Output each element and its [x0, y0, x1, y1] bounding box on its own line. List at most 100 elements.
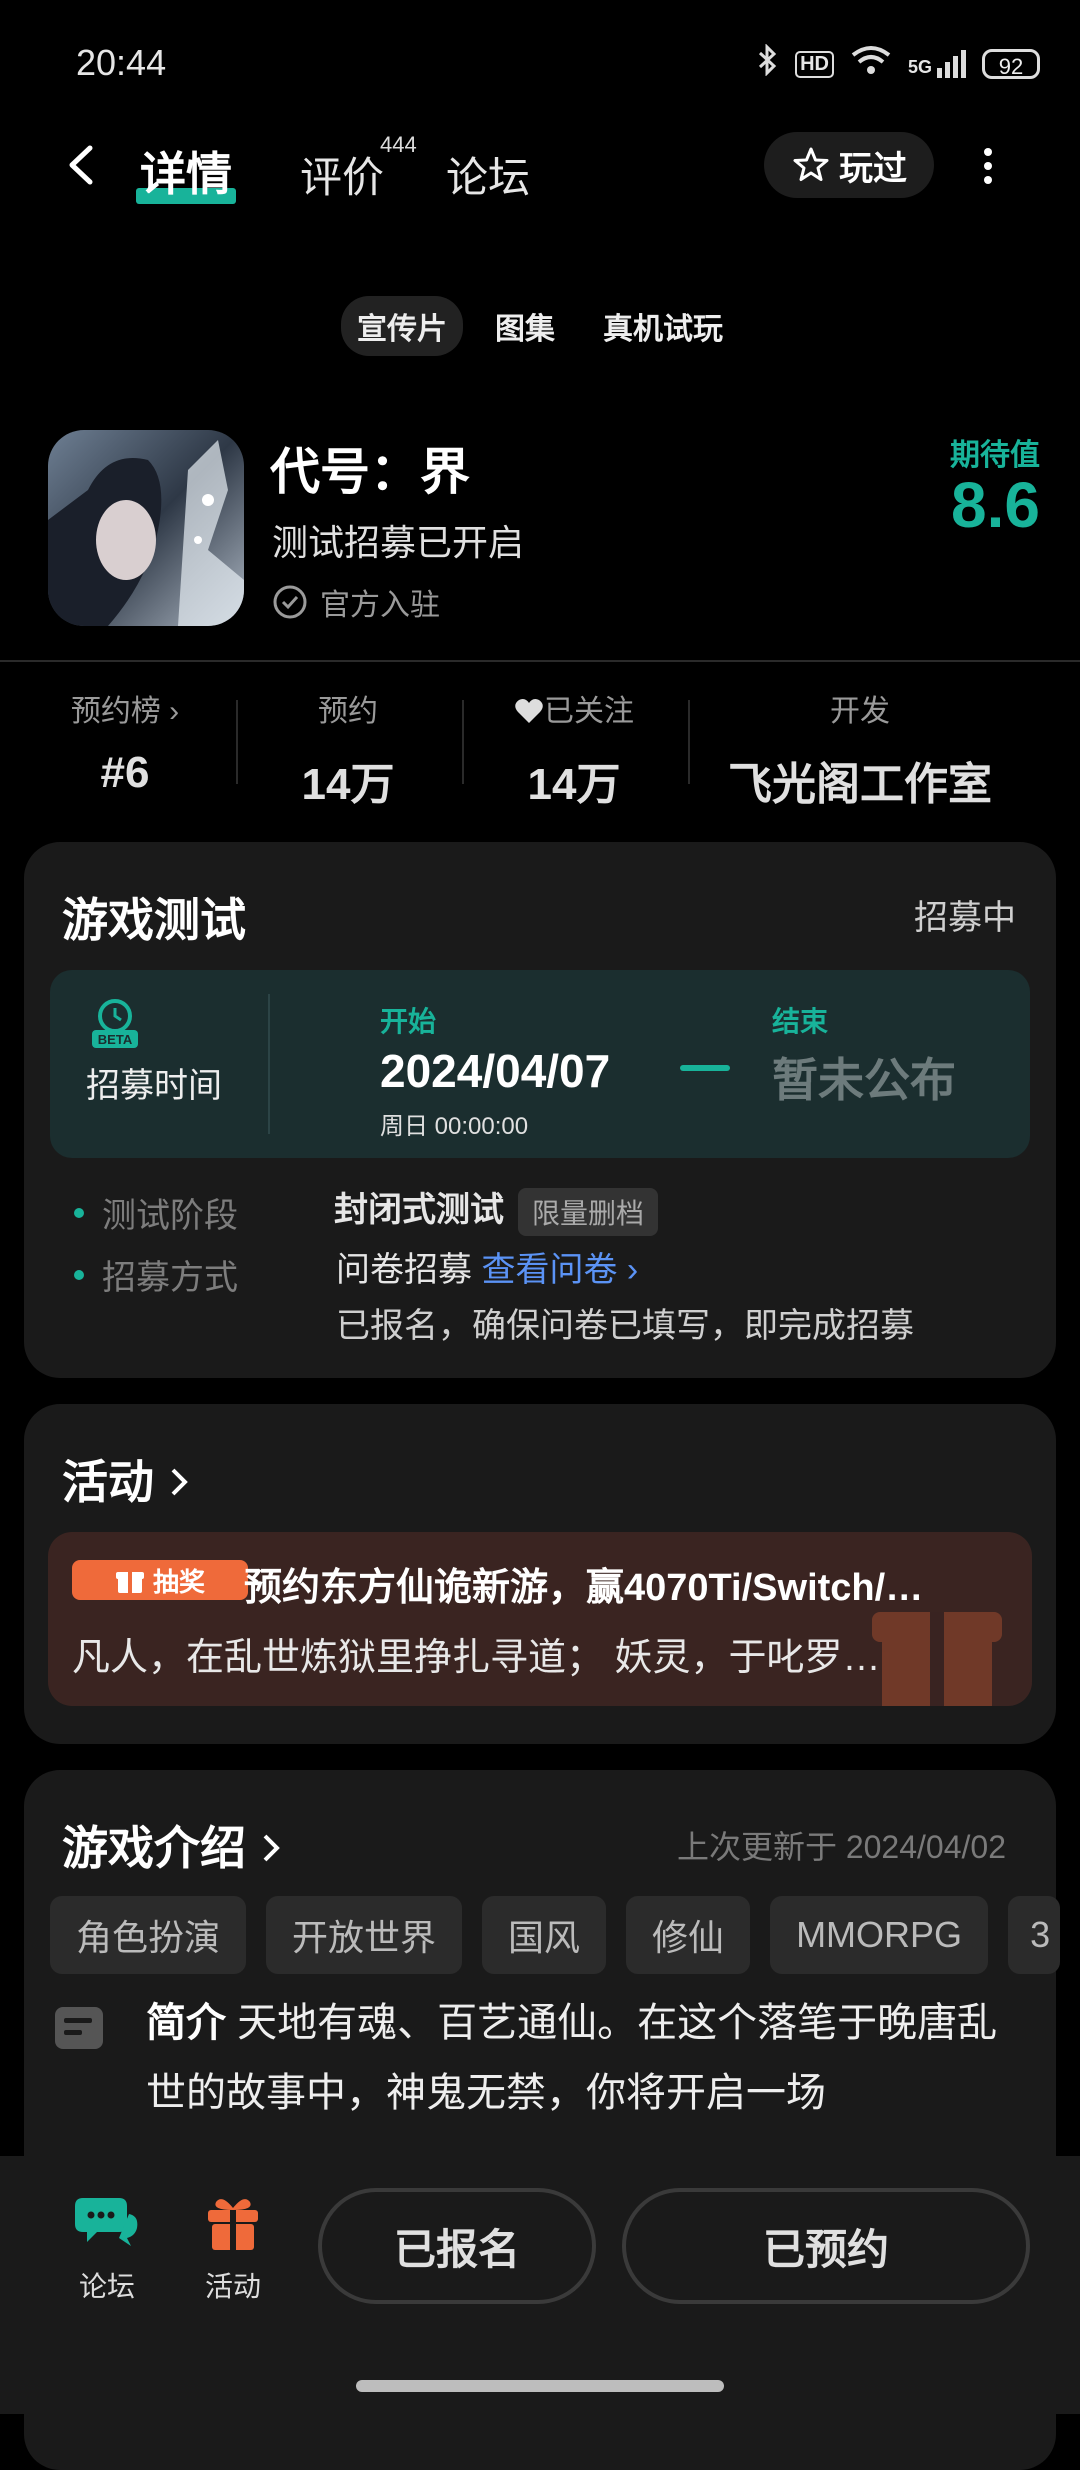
gift-icon	[208, 2199, 258, 2250]
stat-reserve-label: 预约	[318, 695, 378, 728]
top-nav: 详情 评价 444 论坛 玩过	[0, 120, 1080, 220]
tab-review[interactable]: 评价 444	[300, 132, 417, 205]
media-tabs: 宣传片 图集 真机试玩	[0, 296, 1080, 356]
home-indicator[interactable]	[356, 2380, 724, 2392]
stat-rank-value: #6	[100, 748, 150, 797]
bottom-activity-label: 活动	[204, 2271, 261, 2302]
status-time: 20:44	[76, 42, 167, 83]
signed-up-button[interactable]: 已报名	[318, 2188, 596, 2304]
stat-separator	[236, 700, 238, 784]
official-label: 官方入驻	[320, 589, 440, 622]
played-button[interactable]: 玩过	[764, 132, 934, 198]
stage-value-text: 封闭式测试	[334, 1191, 504, 1229]
intro-title[interactable]: 游戏介绍	[62, 1812, 283, 1878]
bluetooth-icon	[757, 43, 779, 84]
chevron-left-icon	[69, 145, 93, 185]
lottery-badge: 抽奖	[72, 1560, 248, 1600]
method-note: 已报名，确保问卷已填写，即完成招募	[336, 1307, 914, 1345]
tag-item[interactable]: 角色扮演	[50, 1896, 247, 1974]
stat-developer[interactable]: 开发 飞光阁工作室	[710, 686, 1010, 812]
official-badge: 官方入驻	[272, 580, 440, 624]
stat-follow-label: 已关注	[494, 686, 654, 730]
stage-value: 封闭式测试 限量删档	[334, 1182, 659, 1237]
game-icon[interactable]	[48, 430, 244, 626]
intro-text: 简介 天地有魂、百艺通仙。在这个落笔于晚唐乱世的故事中，神鬼无禁，你将开启一场	[146, 1988, 1016, 2128]
heart-icon	[515, 699, 543, 723]
bottom-forum-label: 论坛	[78, 2271, 135, 2302]
start-time: 周日 00:00:00	[380, 1113, 529, 1140]
tag-item[interactable]: 3	[1008, 1896, 1061, 1974]
activity-title[interactable]: 活动	[62, 1446, 191, 1512]
media-tab-trailer[interactable]: 宣传片	[341, 296, 463, 356]
game-title: 代号：界	[270, 444, 470, 500]
network-type: 5G	[907, 57, 932, 77]
stat-dev-value: 飞光阁工作室	[728, 760, 992, 809]
arrow-icon	[680, 1065, 730, 1071]
more-button[interactable]	[970, 144, 1006, 188]
promo-title: 预约东方仙诡新游，赢4070Ti/Switch/…	[244, 1567, 924, 1609]
stage-pill: 限量删档	[518, 1188, 659, 1237]
svg-text:BETA: BETA	[98, 1032, 133, 1047]
method-row: 招募方式	[74, 1250, 238, 1299]
tab-detail-label: 详情	[140, 148, 232, 200]
stat-follow[interactable]: 已关注 14万	[494, 686, 654, 812]
stage-label: 测试阶段	[102, 1197, 238, 1235]
chevron-right-icon	[263, 1834, 280, 1862]
tag-item[interactable]: MMORPG	[770, 1896, 989, 1974]
method-value-text: 问卷招募	[336, 1251, 472, 1289]
activity-title-label: 活动	[62, 1456, 154, 1508]
review-count: 444	[380, 132, 417, 157]
document-icon	[54, 2006, 104, 2050]
game-test-card: 游戏测试 招募中 BETA 招募时间 开始 2024/04/07 周日 00:0…	[24, 842, 1056, 1378]
bottom-action-bar: 论坛 活动 已报名 已预约	[0, 2156, 1080, 2414]
tag-item[interactable]: 开放世界	[266, 1896, 463, 1974]
tab-forum[interactable]: 论坛	[446, 144, 530, 205]
bottom-forum[interactable]: 论坛	[52, 2194, 162, 2305]
reserved-button[interactable]: 已预约	[622, 2188, 1030, 2304]
gift-icon	[115, 1572, 144, 1593]
tab-detail[interactable]: 详情	[136, 138, 236, 204]
recruit-time-box: BETA 招募时间 开始 2024/04/07 周日 00:00:00 结束 暂…	[50, 970, 1030, 1158]
chat-icon	[75, 2198, 138, 2246]
tag-item[interactable]: 修仙	[626, 1896, 751, 1974]
back-button[interactable]	[60, 142, 106, 188]
start-label: 开始	[380, 1006, 437, 1037]
stat-rank-label: 预约榜 ›	[70, 695, 180, 728]
method-label: 招募方式	[102, 1259, 238, 1297]
test-title: 游戏测试	[62, 894, 246, 946]
start-date: 2024/04/07	[380, 1045, 611, 1097]
hd-icon: HD	[795, 50, 834, 78]
bottom-activity[interactable]: 活动	[178, 2194, 288, 2305]
tag-item[interactable]: 国风	[482, 1896, 607, 1974]
status-bar: 20:44 HD 5G 92	[0, 0, 1080, 120]
signal-icon: 5G	[908, 50, 966, 78]
promo-description: 凡人，在乱世炼狱里挣扎寻道； 妖灵，于叱罗…	[72, 1637, 881, 1679]
intro-label: 简介	[146, 2001, 226, 2045]
game-subtitle: 测试招募已开启	[272, 522, 525, 563]
played-label: 玩过	[839, 149, 907, 188]
method-value: 问卷招募 查看问卷 ›	[336, 1242, 638, 1291]
lottery-badge-label: 抽奖	[152, 1566, 205, 1597]
media-tab-demo[interactable]: 真机试玩	[587, 296, 739, 356]
more-vertical-icon	[984, 148, 992, 184]
stats-row: 预约榜 › #6 预约 14万 已关注 14万 开发 飞光阁工作室	[0, 686, 1080, 809]
tag-list: 角色扮演 开放世界 国风 修仙 MMORPG 3	[50, 1896, 1061, 1974]
intro-updated: 上次更新于 2024/04/02	[676, 1829, 1006, 1865]
wifi-icon	[850, 44, 892, 84]
stat-separator	[688, 700, 690, 784]
media-tab-gallery[interactable]: 图集	[479, 296, 571, 356]
promo-banner[interactable]: 抽奖 预约东方仙诡新游，赢4070Ti/Switch/… 凡人，在乱世炼狱里挣扎…	[48, 1532, 1032, 1706]
recruit-separator	[268, 994, 270, 1134]
bullet-dot	[74, 1269, 84, 1280]
stat-follow-value: 14万	[527, 760, 621, 809]
intro-title-label: 游戏介绍	[62, 1822, 246, 1874]
check-circle-icon	[273, 585, 307, 619]
end-value: 暂未公布	[772, 1054, 956, 1106]
view-questionnaire-link[interactable]: 查看问卷 ›	[481, 1251, 638, 1289]
tab-forum-label: 论坛	[446, 154, 531, 201]
stage-row: 测试阶段	[74, 1188, 238, 1237]
status-icons: HD 5G 92	[757, 43, 1040, 84]
divider	[0, 660, 1080, 662]
stat-reserve-value: 14万	[301, 760, 395, 809]
stat-rank[interactable]: 预约榜 › #6	[40, 686, 210, 798]
